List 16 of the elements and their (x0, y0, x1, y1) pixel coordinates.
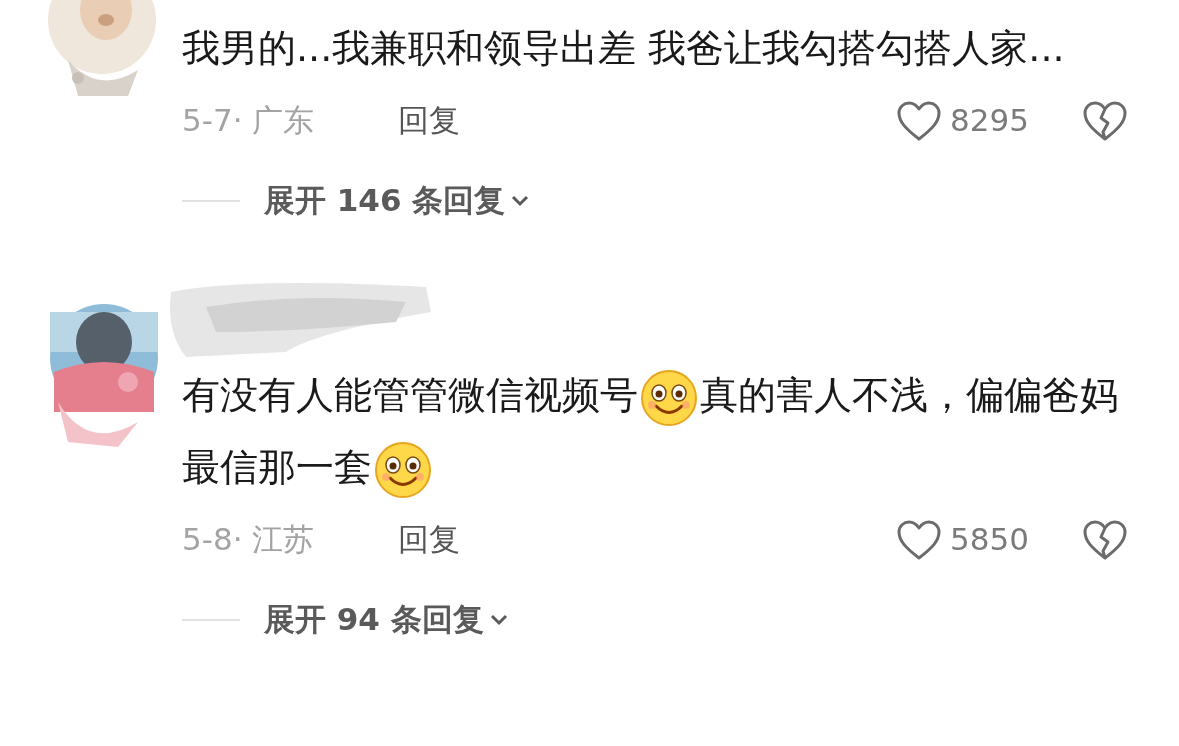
comment-date-location: 5-7· 广东 (182, 101, 316, 141)
expand-replies-button[interactable]: 展开 146 条回复 (264, 177, 530, 224)
like-count: 8295 (950, 101, 1029, 141)
like-count: 5850 (950, 520, 1029, 560)
comment-text: 有没有人能管管微信视频号 真的害人不浅，偏偏爸妈最信那一套 (182, 359, 1127, 503)
reply-link[interactable]: 回复 (398, 97, 460, 144)
heart-icon[interactable] (896, 518, 942, 561)
smiley-icon (640, 368, 698, 427)
smiley-icon (374, 440, 432, 499)
chevron-down-icon (511, 194, 530, 207)
chevron-down-icon (489, 613, 508, 626)
reply-link[interactable]: 回复 (398, 516, 460, 563)
heart-icon[interactable] (896, 99, 942, 142)
comment-date-location: 5-8· 江苏 (182, 520, 316, 560)
comment-text: 我男的...我兼职和领导出差 我爸让我勾搭勾搭人家... (182, 25, 1066, 72)
expand-replies-button[interactable]: 展开 94 条回复 (264, 596, 508, 643)
